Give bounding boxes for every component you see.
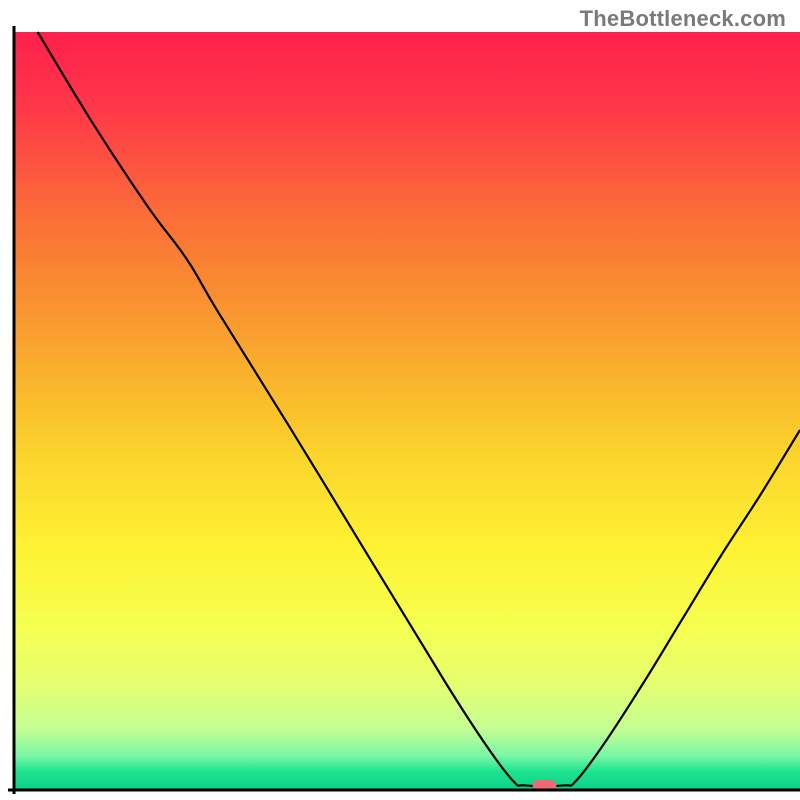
watermark-label: TheBottleneck.com: [580, 6, 786, 32]
heatmap-background: [14, 32, 800, 790]
plot-area: [14, 32, 800, 790]
bottleneck-chart: TheBottleneck.com: [0, 0, 800, 800]
chart-svg: [0, 0, 800, 800]
